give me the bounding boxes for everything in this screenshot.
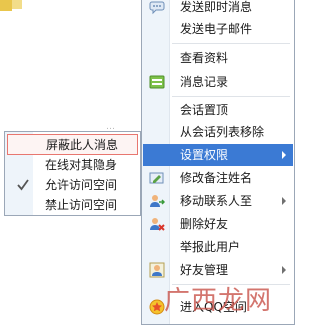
submenu-item-label: 在线对其隐身	[45, 158, 118, 172]
submenu-arrow-icon	[282, 197, 286, 205]
menu-item-friend-management[interactable]: 好友管理	[143, 259, 293, 281]
menu-item-label: 消息记录	[180, 75, 229, 89]
window-edge-decoration-2	[12, 0, 22, 9]
menu-item-label: 修改备注姓名	[180, 171, 253, 185]
edit-name-icon	[149, 170, 165, 186]
submenu-arrow-icon	[282, 266, 286, 274]
menu-item-label: 发送电子邮件	[180, 22, 253, 36]
submenu-item-invisible-to-contact[interactable]: 在线对其隐身	[7, 155, 138, 176]
menu-item-remove-from-session-list[interactable]: 从会话列表移除	[143, 121, 293, 143]
submenu-item-label: 禁止访问空间	[45, 198, 118, 212]
menu-item-edit-remark-name[interactable]: 修改备注姓名	[143, 167, 293, 189]
checkmark-icon	[17, 178, 29, 192]
menu-item-report-user[interactable]: 举报此用户	[143, 236, 293, 258]
menu-item-pin-session[interactable]: 会话置顶	[143, 99, 293, 121]
delete-friend-icon	[149, 216, 165, 232]
menu-item-label: 删除好友	[180, 217, 229, 231]
menu-item-label: 举报此用户	[180, 240, 241, 254]
submenu-item-label: 屏蔽此人消息	[46, 138, 119, 152]
menu-item-label: 设置权限	[180, 148, 229, 162]
menu-separator	[172, 43, 290, 44]
submenu-item-label: 允许访问空间	[45, 178, 118, 192]
watermark-text: 广西龙网	[164, 286, 273, 316]
menu-item-send-email[interactable]: 发送电子邮件	[143, 18, 293, 40]
window-edge-decoration	[0, 0, 12, 11]
menu-item-label: 会话置顶	[180, 103, 229, 117]
permissions-submenu: 屏蔽此人消息 在线对其隐身 允许访问空间 禁止访问空间	[4, 131, 141, 216]
menu-item-message-history[interactable]: 消息记录	[143, 71, 293, 93]
submenu-item-deny-qzone-access[interactable]: 禁止访问空间	[7, 195, 138, 216]
message-log-icon	[149, 74, 165, 90]
submenu-item-block-messages[interactable]: 屏蔽此人消息	[7, 134, 138, 155]
contact-context-menu: 发送即时消息 发送电子邮件 查看资料 消息记录 会话置顶 从会话列表移除 设置权…	[141, 0, 295, 325]
site-watermark: 广西龙网	[140, 286, 298, 317]
menu-item-label: 查看资料	[180, 51, 229, 65]
menu-item-label: 从会话列表移除	[180, 125, 265, 139]
submenu-item-allow-qzone-access[interactable]: 允许访问空间	[7, 175, 138, 196]
menu-item-send-instant-message[interactable]: 发送即时消息	[143, 0, 293, 18]
submenu-arrow-icon	[282, 151, 286, 159]
menu-item-label: 移动联系人至	[180, 194, 253, 208]
menu-separator	[172, 96, 290, 97]
friend-manage-icon	[149, 262, 165, 278]
move-contact-icon	[149, 193, 166, 209]
menu-item-label: 好友管理	[180, 263, 229, 277]
menu-item-set-permissions[interactable]: 设置权限	[143, 144, 293, 166]
menu-item-delete-friend[interactable]: 删除好友	[143, 213, 293, 235]
menu-item-label: 发送即时消息	[180, 0, 253, 14]
menu-item-view-profile[interactable]: 查看资料	[143, 47, 293, 69]
chat-bubble-icon	[149, 0, 165, 15]
menu-item-move-contact-to[interactable]: 移动联系人至	[143, 190, 293, 212]
menu-separator	[172, 284, 290, 285]
